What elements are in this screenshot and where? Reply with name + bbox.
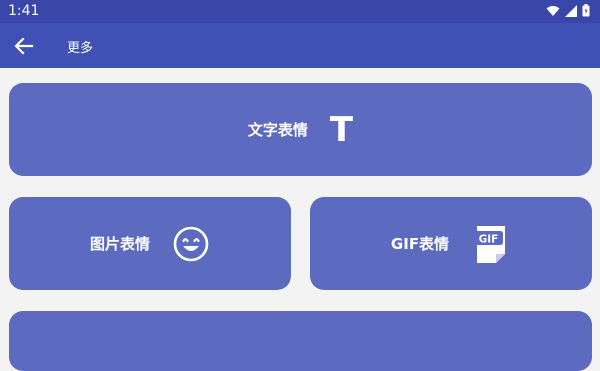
gif-emoji-label: GIF表情 <box>390 235 450 253</box>
text-emoji-card[interactable]: 文字表情 T <box>9 83 592 176</box>
signal-icon <box>565 4 577 17</box>
gif-file-icon: GIF <box>474 225 506 263</box>
status-icons <box>546 4 590 17</box>
status-bar: 1:41 <box>0 0 600 23</box>
image-emoji-card[interactable]: 图片表情 <box>9 197 291 290</box>
smiley-face-icon <box>173 226 209 261</box>
page-title: 更多 <box>67 41 94 56</box>
battery-icon <box>582 4 590 17</box>
app-bar: 更多 <box>0 23 600 68</box>
text-emoji-label: 文字表情 <box>247 121 308 139</box>
wifi-icon <box>546 5 560 16</box>
gif-badge-text: GIF <box>479 233 499 245</box>
letter-t-icon: T <box>329 109 354 150</box>
image-emoji-label: 图片表情 <box>89 235 150 253</box>
gif-emoji-card[interactable]: GIF表情 GIF <box>310 197 592 290</box>
status-time: 1:41 <box>8 3 40 19</box>
more-card[interactable] <box>9 311 592 371</box>
arrow-left-icon[interactable] <box>13 35 35 57</box>
